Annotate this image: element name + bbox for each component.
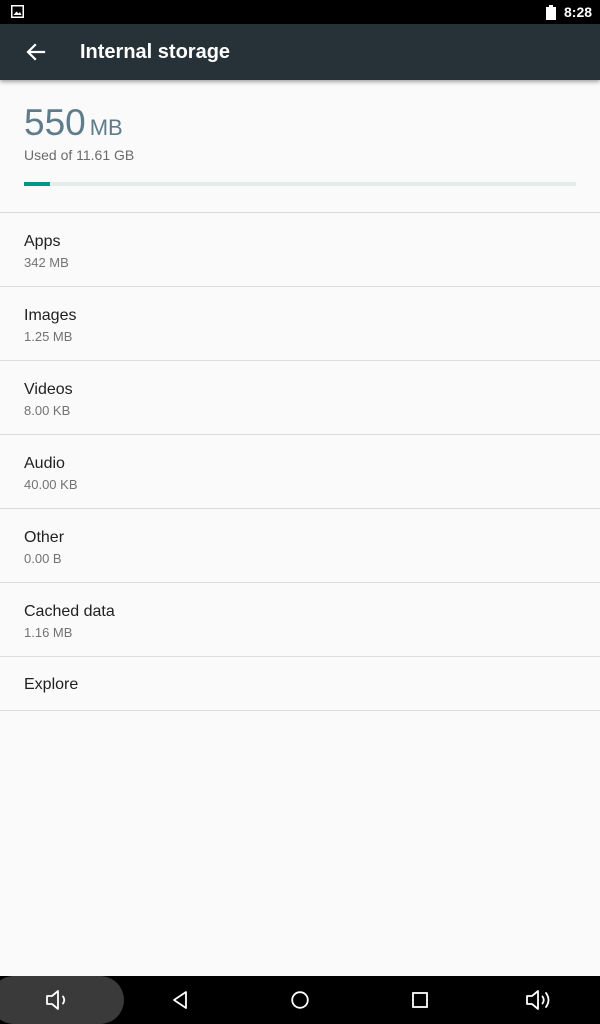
category-size: 1.25 MB [24,329,73,344]
category-label: Images [24,307,77,324]
category-images[interactable]: Images 1.25 MB [0,286,600,360]
page-title: Internal storage [80,41,231,63]
category-videos[interactable]: Videos 8.00 KB [0,360,600,434]
back-triangle-icon [173,991,187,1009]
arrow-back-icon [26,43,46,61]
category-size: 8.00 KB [24,403,71,418]
storage-summary: 550 MB Used of 11.61 GB [0,80,600,212]
storage-progress-fill [24,182,50,186]
explore-label: Explore [24,676,79,693]
navigation-bar [0,976,600,1024]
category-cached-data[interactable]: Cached data 1.16 MB [0,582,600,656]
home-circle-icon [291,991,309,1009]
category-apps[interactable]: Apps 342 MB [0,212,600,286]
used-value: 550 [24,102,86,143]
nav-back-button[interactable] [156,976,204,1024]
volume-up-icon [526,990,550,1010]
image-notification-icon [11,5,24,18]
recents-square-icon [412,992,428,1008]
status-bar: 8:28 [0,0,600,24]
explore-item[interactable]: Explore [0,656,600,711]
used-caption: Used of 11.61 GB [24,147,135,163]
volume-down-button[interactable] [34,976,82,1024]
used-unit: MB [89,115,123,140]
status-clock: 8:28 [564,4,593,20]
category-size: 0.00 B [24,551,62,566]
volume-down-icon [46,990,66,1010]
category-label: Cached data [24,603,115,620]
volume-up-button[interactable] [514,976,566,1024]
category-label: Videos [24,381,73,398]
app-bar: Internal storage [0,24,600,80]
category-other[interactable]: Other 0.00 B [0,508,600,582]
nav-recents-button[interactable] [396,976,444,1024]
storage-progress-bar [24,182,576,186]
nav-home-button[interactable] [276,976,324,1024]
storage-category-list: Apps 342 MB Images 1.25 MB Videos 8.00 K… [0,212,600,711]
category-label: Apps [24,233,61,250]
battery-full-icon [546,5,556,20]
category-audio[interactable]: Audio 40.00 KB [0,434,600,508]
category-label: Audio [24,455,65,472]
category-size: 342 MB [24,255,69,270]
category-label: Other [24,529,65,546]
category-size: 40.00 KB [24,477,78,492]
back-button[interactable] [16,32,56,72]
category-size: 1.16 MB [24,625,73,640]
used-amount: 550 MB [24,102,123,144]
